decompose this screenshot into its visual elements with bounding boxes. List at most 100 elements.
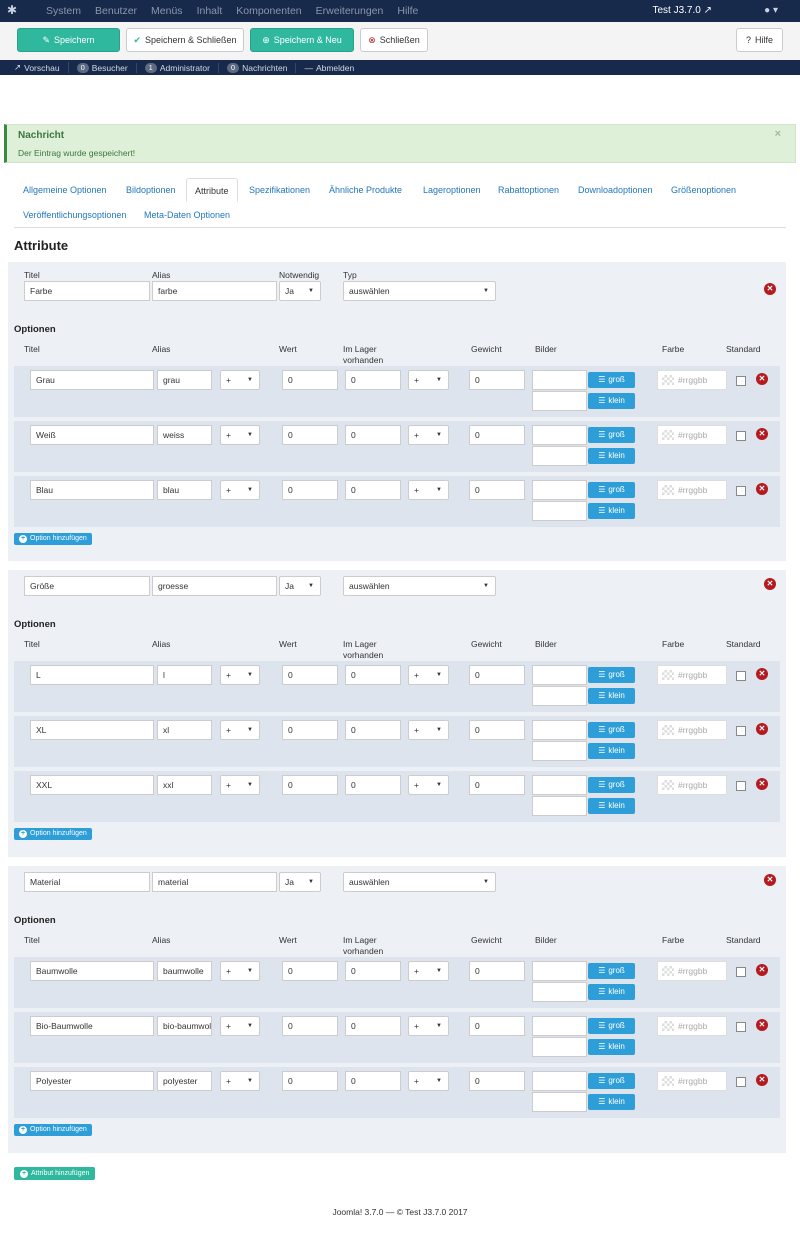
option-value-input[interactable]: 0: [282, 1071, 338, 1091]
image-large-button[interactable]: ☰ groß: [588, 1073, 635, 1089]
option-alias-input[interactable]: grau: [157, 370, 212, 390]
option-value-input[interactable]: 0: [282, 480, 338, 500]
remove-attribute-icon[interactable]: ✕: [764, 874, 776, 886]
image-large-button[interactable]: ☰ groß: [588, 777, 635, 793]
option-weight-operator-select[interactable]: + ▼: [408, 961, 449, 981]
color-input[interactable]: #rrggbb: [657, 480, 727, 500]
image-large-button[interactable]: ☰ groß: [588, 722, 635, 738]
option-weight-operator-select[interactable]: + ▼: [408, 665, 449, 685]
option-image-small-input[interactable]: [532, 391, 587, 411]
remove-option-icon[interactable]: ✕: [756, 964, 768, 976]
option-image-large-input[interactable]: [532, 1016, 587, 1036]
attribute-alias-input[interactable]: material: [152, 872, 277, 892]
remove-option-icon[interactable]: ✕: [756, 668, 768, 680]
option-image-small-input[interactable]: [532, 741, 587, 761]
tab-stock[interactable]: Lageroptionen: [423, 178, 481, 202]
image-large-button[interactable]: ☰ groß: [588, 482, 635, 498]
remove-option-icon[interactable]: ✕: [756, 1019, 768, 1031]
tab-metadata[interactable]: Meta-Daten Optionen: [144, 203, 230, 227]
option-title-input[interactable]: XXL: [30, 775, 154, 795]
option-image-small-input[interactable]: [532, 686, 587, 706]
option-image-small-input[interactable]: [532, 446, 587, 466]
option-title-input[interactable]: XL: [30, 720, 154, 740]
option-alias-input[interactable]: baumwolle: [157, 961, 212, 981]
option-stock-input[interactable]: 0: [345, 370, 401, 390]
close-button[interactable]: ⊗ Schließen: [360, 28, 428, 52]
add-option-button[interactable]: + Option hinzufügen: [14, 533, 92, 545]
option-value-input[interactable]: 0: [282, 961, 338, 981]
remove-option-icon[interactable]: ✕: [756, 373, 768, 385]
option-alias-input[interactable]: weiss: [157, 425, 212, 445]
menu-content[interactable]: Inhalt: [197, 0, 223, 22]
option-stock-input[interactable]: 0: [345, 480, 401, 500]
option-value-input[interactable]: 0: [282, 1016, 338, 1036]
color-input[interactable]: #rrggbb: [657, 775, 727, 795]
option-weight-operator-select[interactable]: + ▼: [408, 720, 449, 740]
option-image-small-input[interactable]: [532, 1037, 587, 1057]
add-attribute-button[interactable]: + Attribut hinzufügen: [14, 1167, 96, 1180]
menu-system[interactable]: System: [46, 0, 81, 22]
option-stock-input[interactable]: 0: [345, 775, 401, 795]
option-weight-input[interactable]: 0: [469, 425, 525, 445]
image-small-button[interactable]: ☰ klein: [588, 743, 635, 759]
image-small-button[interactable]: ☰ klein: [588, 503, 635, 519]
preview-link[interactable]: ↗ Vorschau: [14, 62, 69, 73]
option-price-operator-select[interactable]: + ▼: [220, 1071, 260, 1091]
save-close-button[interactable]: ✔ Speichern & Schließen: [126, 28, 244, 52]
option-stock-input[interactable]: 0: [345, 665, 401, 685]
option-title-input[interactable]: Polyester: [30, 1071, 154, 1091]
option-title-input[interactable]: L: [30, 665, 154, 685]
option-stock-input[interactable]: 0: [345, 425, 401, 445]
option-stock-input[interactable]: 0: [345, 1071, 401, 1091]
color-input[interactable]: #rrggbb: [657, 961, 727, 981]
option-alias-input[interactable]: bio-baumwolle: [157, 1016, 212, 1036]
attribute-alias-input[interactable]: groesse: [152, 576, 277, 596]
option-price-operator-select[interactable]: + ▼: [220, 665, 260, 685]
image-small-button[interactable]: ☰ klein: [588, 984, 635, 1000]
tab-downloads[interactable]: Downloadoptionen: [578, 178, 653, 202]
option-alias-input[interactable]: polyester: [157, 1071, 212, 1091]
tab-attributes[interactable]: Attribute: [186, 178, 238, 202]
attribute-required-select[interactable]: Ja ▼: [279, 576, 321, 596]
option-image-large-input[interactable]: [532, 665, 587, 685]
default-checkbox[interactable]: [736, 376, 746, 386]
option-price-operator-select[interactable]: + ▼: [220, 480, 260, 500]
default-checkbox[interactable]: [736, 431, 746, 441]
default-checkbox[interactable]: [736, 1077, 746, 1087]
remove-option-icon[interactable]: ✕: [756, 1074, 768, 1086]
attribute-required-select[interactable]: Ja ▼: [279, 281, 321, 301]
image-small-button[interactable]: ☰ klein: [588, 393, 635, 409]
option-alias-input[interactable]: xl: [157, 720, 212, 740]
option-price-operator-select[interactable]: + ▼: [220, 775, 260, 795]
option-image-small-input[interactable]: [532, 1092, 587, 1112]
visitors-link[interactable]: 0 Besucher: [76, 62, 137, 73]
add-option-button[interactable]: + Option hinzufügen: [14, 828, 92, 840]
attribute-required-select[interactable]: Ja ▼: [279, 872, 321, 892]
option-image-large-input[interactable]: [532, 480, 587, 500]
color-input[interactable]: #rrggbb: [657, 1071, 727, 1091]
option-price-operator-select[interactable]: + ▼: [220, 720, 260, 740]
option-image-large-input[interactable]: [532, 370, 587, 390]
image-large-button[interactable]: ☰ groß: [588, 1018, 635, 1034]
option-image-large-input[interactable]: [532, 720, 587, 740]
option-image-small-input[interactable]: [532, 501, 587, 521]
image-small-button[interactable]: ☰ klein: [588, 448, 635, 464]
color-input[interactable]: #rrggbb: [657, 1016, 727, 1036]
remove-option-icon[interactable]: ✕: [756, 483, 768, 495]
color-input[interactable]: #rrggbb: [657, 665, 727, 685]
option-weight-input[interactable]: 0: [469, 370, 525, 390]
tab-sizes[interactable]: Größenoptionen: [671, 178, 736, 202]
color-input[interactable]: #rrggbb: [657, 720, 727, 740]
attribute-title-input[interactable]: Größe: [24, 576, 150, 596]
option-weight-input[interactable]: 0: [469, 961, 525, 981]
option-stock-input[interactable]: 0: [345, 720, 401, 740]
option-weight-input[interactable]: 0: [469, 480, 525, 500]
image-small-button[interactable]: ☰ klein: [588, 688, 635, 704]
option-alias-input[interactable]: l: [157, 665, 212, 685]
attribute-type-select[interactable]: auswählen ▼: [343, 872, 496, 892]
logout-link[interactable]: — Abmelden: [304, 63, 362, 73]
option-value-input[interactable]: 0: [282, 720, 338, 740]
option-image-large-input[interactable]: [532, 425, 587, 445]
option-price-operator-select[interactable]: + ▼: [220, 370, 260, 390]
option-weight-input[interactable]: 0: [469, 1016, 525, 1036]
